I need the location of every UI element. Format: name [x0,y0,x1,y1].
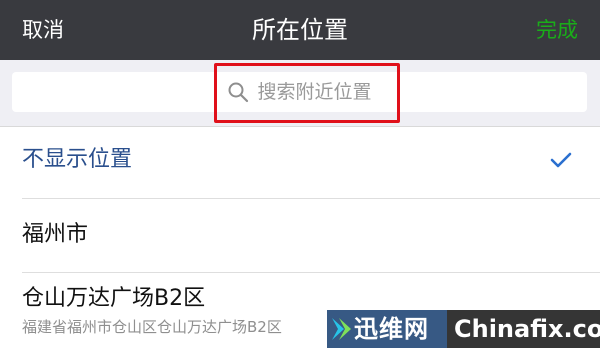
search-highlight-box [214,63,400,123]
location-name: 仓山万达广场B2区 [22,286,206,311]
location-item-hide[interactable]: 不显示位置 [0,127,600,199]
watermark-logo-text: 迅维网 [354,315,429,343]
watermark-site-text: Chinafix.com [454,315,600,343]
location-name: 不显示位置 [22,147,133,172]
navigation-bar: 取消 所在位置 完成 [0,0,600,60]
page-title: 所在位置 [252,16,348,44]
location-name: 福州市 [22,222,89,247]
site-watermark: 迅维网 Chinafix.com [318,307,600,351]
arrow-logo-icon [332,318,351,340]
location-item-city[interactable]: 福州市 [0,199,600,273]
checkmark-icon [550,152,572,168]
location-address: 福建省福州市仓山区仓山万达广场B2区 [22,318,282,336]
done-button[interactable]: 完成 [536,15,578,45]
